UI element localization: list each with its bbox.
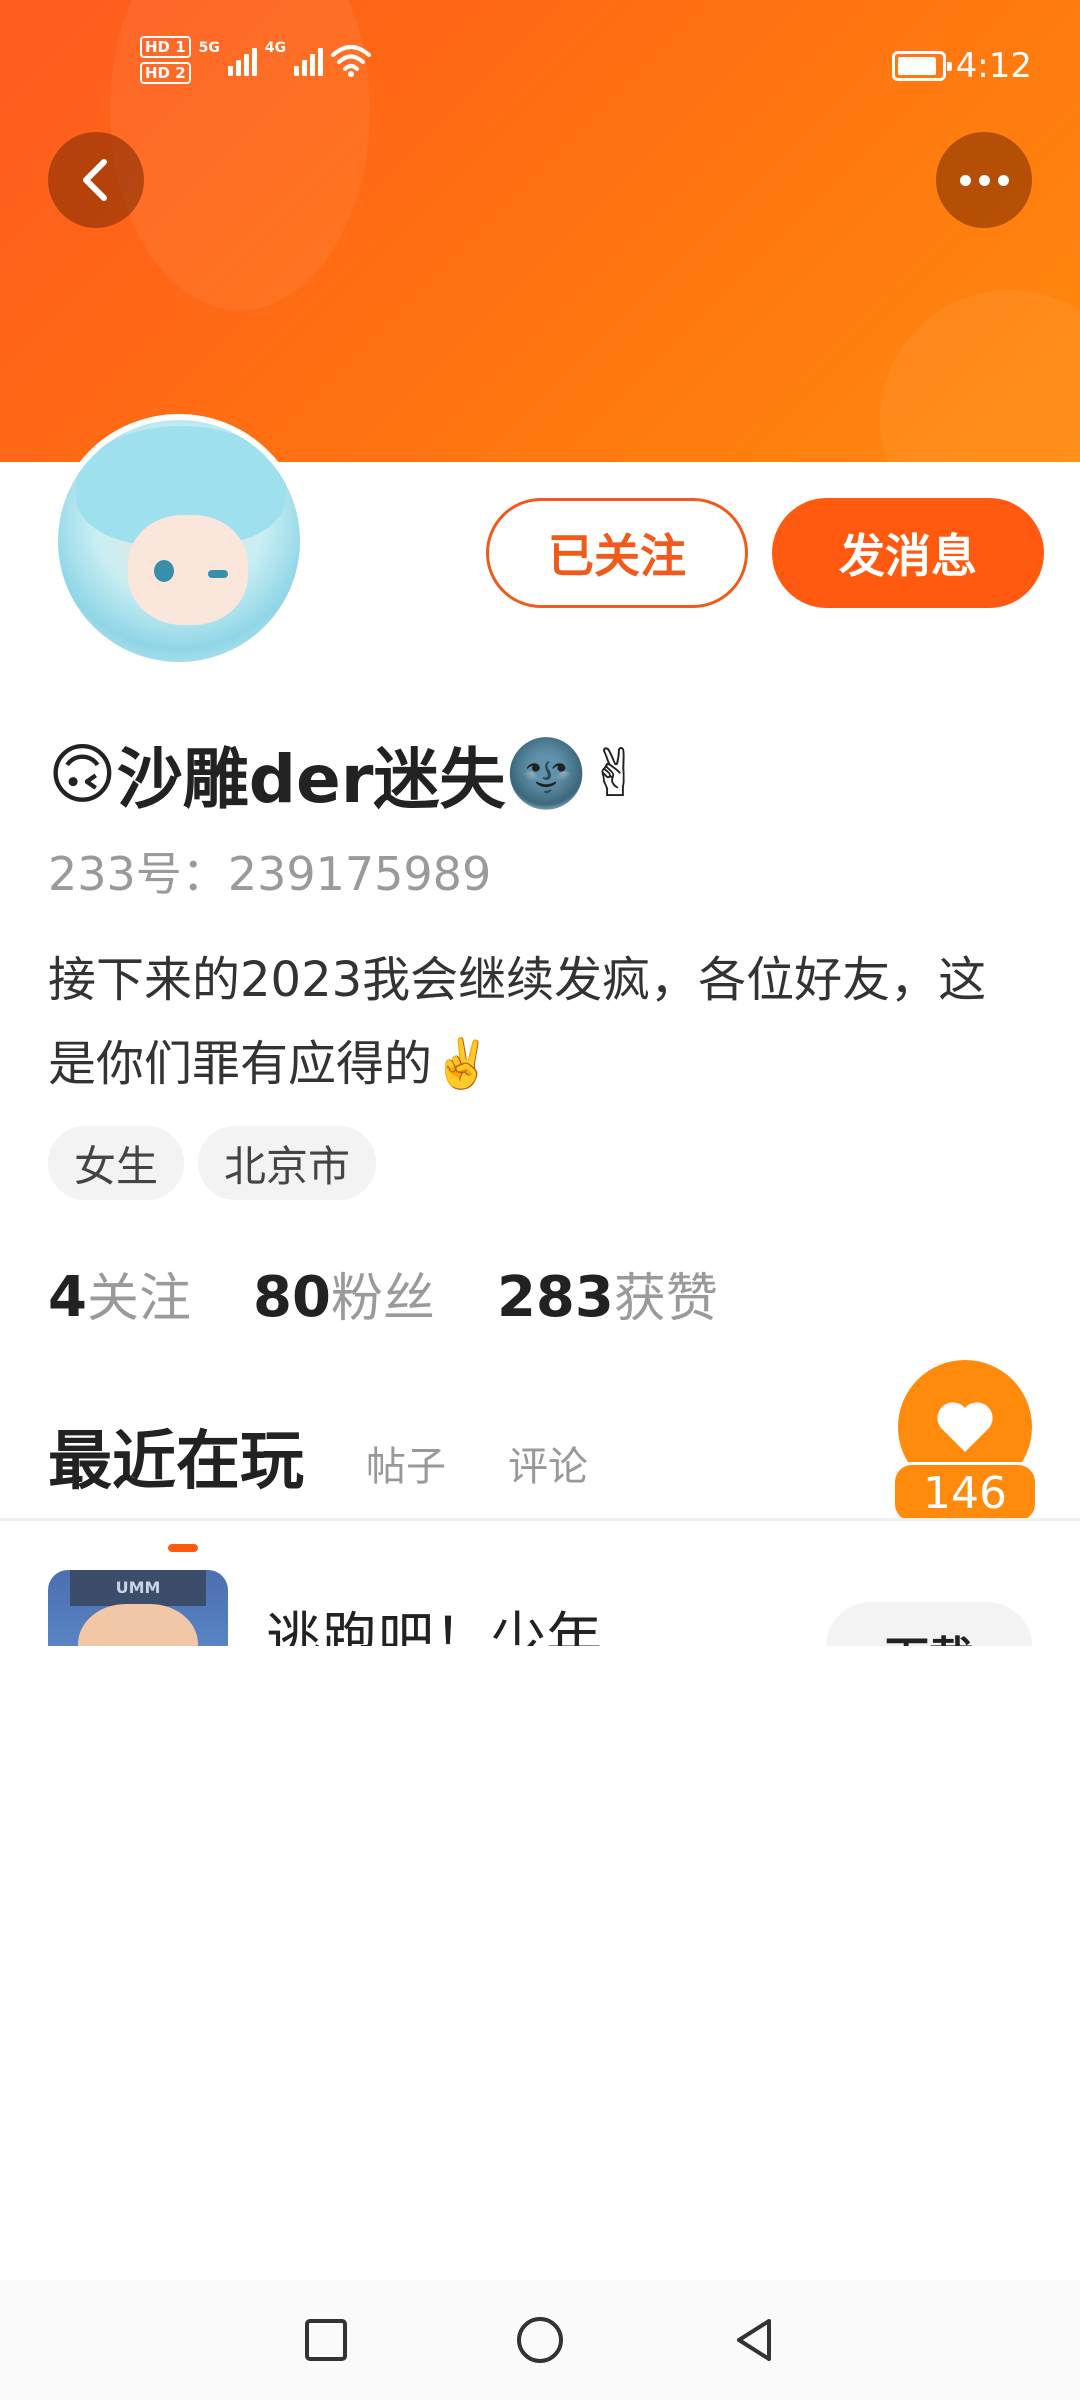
following-count: 4	[48, 1265, 87, 1330]
game-title[interactable]: 逃跑吧！少年	[266, 1594, 602, 1646]
profile-tags: 女生 北京市	[48, 1126, 377, 1200]
send-message-button[interactable]: 发消息	[772, 498, 1044, 608]
status-left: HD 1 HD 2 5G 4G	[140, 36, 372, 84]
tag-location: 北京市	[198, 1126, 377, 1200]
tab-recent-games[interactable]: 最近在玩	[48, 1410, 304, 1552]
clock: 4:12	[955, 46, 1032, 86]
stat-following[interactable]: 4关注	[48, 1256, 191, 1331]
fans-label: 粉丝	[330, 1269, 435, 1329]
profile-stats: 4关注 80粉丝 283获赞	[48, 1256, 718, 1331]
likes-label: 获赞	[613, 1269, 718, 1329]
header-decoration	[880, 290, 1080, 462]
user-id-value: 239175989	[227, 847, 492, 901]
username-text: 沙雕der迷失	[116, 741, 506, 818]
tag-gender: 女生	[48, 1126, 185, 1200]
following-label: 关注	[86, 1269, 191, 1329]
stat-fans[interactable]: 80粉丝	[253, 1256, 435, 1331]
bio: 接下来的2023我会继续发疯，各位好友，这是你们罪有应得的✌️	[48, 952, 987, 1092]
tab-comments[interactable]: 评论	[508, 1434, 588, 1502]
recent-games-list: UMM 逃跑吧！少年 下载	[0, 1560, 1080, 1646]
circle-home-icon[interactable]	[513, 2313, 567, 2367]
tabs-divider	[0, 1518, 1080, 1521]
username: 🙃 沙雕der迷失 🌚✌	[48, 726, 643, 822]
signal-icon	[294, 44, 324, 76]
tab-active-indicator	[168, 1544, 198, 1552]
game-download-button[interactable]: 下载	[826, 1602, 1032, 1646]
like-count-badge: 146	[892, 1462, 1038, 1524]
sim1-badge: HD 1	[140, 36, 191, 58]
tab-recent-games-label: 最近在玩	[48, 1425, 304, 1499]
square-icon[interactable]	[299, 2313, 353, 2367]
battery-icon	[891, 51, 952, 81]
signal-icon	[227, 44, 257, 76]
tab-posts[interactable]: 帖子	[366, 1434, 446, 1502]
back-button[interactable]	[48, 132, 144, 228]
heart-icon	[937, 1402, 993, 1452]
system-nav-bar	[0, 2280, 1080, 2400]
fans-count: 80	[252, 1265, 331, 1330]
user-id: 233号：239175989	[48, 838, 491, 904]
triangle-back-icon[interactable]	[727, 2313, 781, 2367]
game-thumb-cap: UMM	[70, 1570, 206, 1606]
content-tabs: 最近在玩 帖子 评论	[48, 1410, 588, 1552]
avatar-eye	[154, 560, 174, 582]
chevron-left-icon	[83, 159, 107, 201]
status-bar: HD 1 HD 2 5G 4G 4:12	[0, 0, 1080, 130]
sim2-badge: HD 2	[140, 62, 191, 84]
avatar-face	[128, 515, 248, 625]
name-suffix-emoji: 🌚✌	[505, 735, 643, 812]
avatar-eye	[208, 570, 228, 578]
user-id-label: 233号：	[48, 847, 228, 901]
likes-count: 283	[496, 1265, 614, 1330]
game-thumbnail[interactable]: UMM	[48, 1570, 228, 1646]
network-type-1: 5G	[198, 40, 220, 56]
more-options-button[interactable]	[936, 132, 1032, 228]
following-button[interactable]: 已关注	[486, 498, 748, 608]
stat-likes[interactable]: 283获赞	[497, 1256, 718, 1331]
status-right: 4:12	[891, 46, 1032, 86]
avatar[interactable]	[52, 414, 306, 668]
name-prefix-emoji: 🙃	[48, 735, 117, 813]
more-dots-icon	[959, 174, 1009, 186]
sim-indicators: HD 1 HD 2	[140, 36, 191, 84]
network-type-2: 4G	[264, 40, 287, 56]
wifi-icon	[331, 45, 372, 77]
game-thumb-face	[78, 1604, 198, 1646]
